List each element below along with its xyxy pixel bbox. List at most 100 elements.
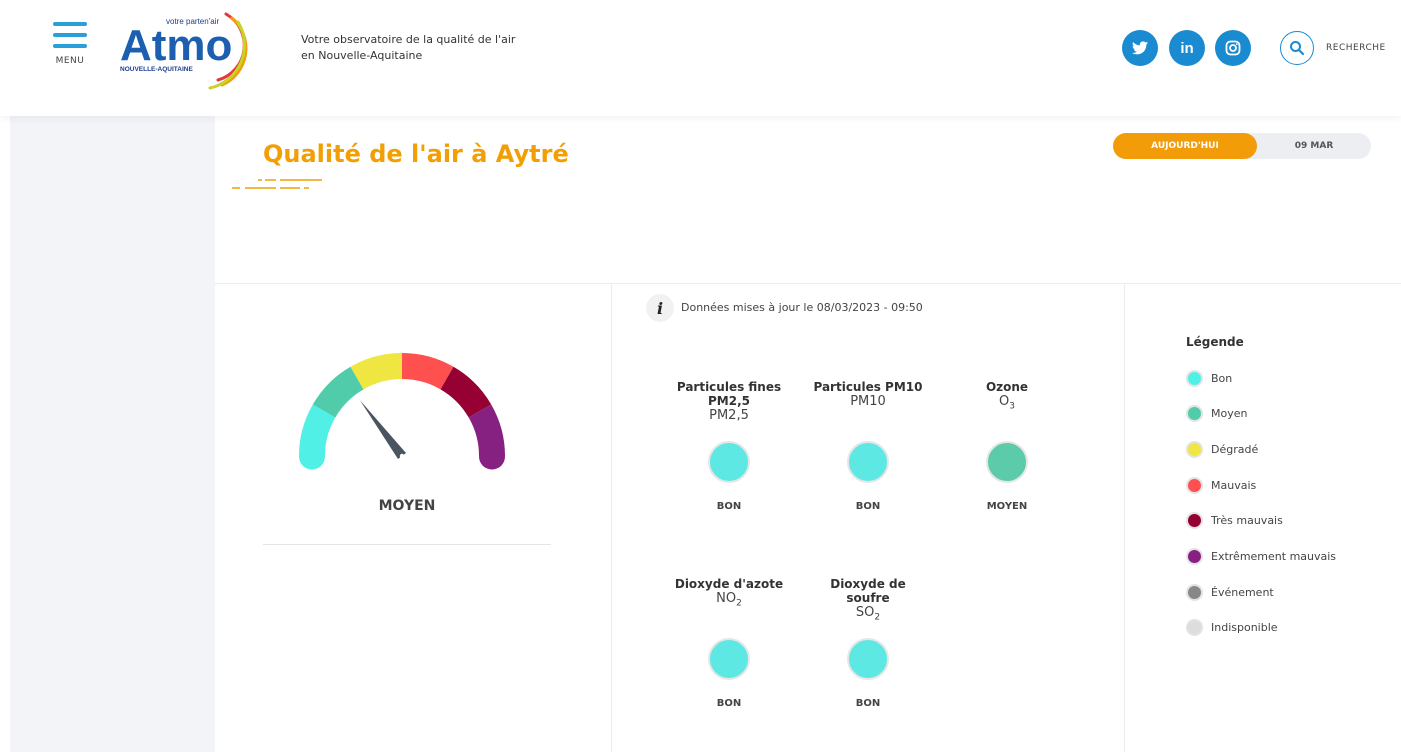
- twitter-icon[interactable]: [1122, 30, 1158, 66]
- pollutant-name: Particules fines: [676, 380, 782, 394]
- gauge-pivot: [399, 453, 405, 459]
- pollutant-status: BON: [855, 501, 881, 512]
- legend-item: Événement: [1186, 583, 1274, 601]
- logo-region: NOUVELLE-AQUITAINE: [120, 66, 193, 73]
- legend-item: Indisponible: [1186, 619, 1278, 637]
- pollutant-code: O3: [942, 394, 1072, 415]
- pollutant-code: SO2: [803, 605, 933, 626]
- legend-item: Moyen: [1186, 405, 1248, 423]
- pollutant-pm25: Particules fines PM2,5 PM2,5: [664, 380, 794, 429]
- pollutant-indicator-no2[interactable]: [708, 638, 750, 680]
- air-quality-gauge: [299, 353, 505, 470]
- pollutant-indicator-pm25[interactable]: [708, 441, 750, 483]
- title-underline-decoration: [232, 179, 322, 189]
- pollutant-code-text: NO: [716, 591, 737, 606]
- column-divider: [1124, 283, 1125, 752]
- pollutant-name: Particules PM10: [813, 380, 923, 394]
- legend-color-dot: [1186, 583, 1203, 601]
- legend-color-dot: [1186, 405, 1203, 423]
- pollutant-status: BON: [716, 501, 742, 512]
- pollutant-no2: Dioxyde d'azote NO2: [664, 577, 794, 612]
- date-today-button[interactable]: AUJOURD'HUI: [1113, 133, 1257, 159]
- pollutant-code-text: O: [999, 394, 1010, 409]
- pollutant-status: BON: [716, 698, 742, 709]
- pollutant-name: Ozone: [985, 380, 1029, 394]
- gauge-segment: [312, 366, 364, 418]
- instagram-icon[interactable]: [1215, 30, 1251, 66]
- legend-item: Très mauvais: [1186, 512, 1283, 530]
- column-divider: [611, 283, 612, 752]
- pollutant-code-sub: 3: [1009, 401, 1015, 412]
- info-icon[interactable]: i: [646, 294, 674, 322]
- legend-label: Bon: [1211, 371, 1233, 385]
- linkedin-glyph: in: [1180, 39, 1194, 57]
- pollutant-pm10: Particules PM10 PM10: [803, 380, 933, 415]
- legend-color-dot: [1186, 476, 1203, 494]
- legend-title: Légende: [1186, 335, 1244, 349]
- legend-color-dot: [1186, 548, 1203, 565]
- legend-color-dot: [1186, 440, 1203, 458]
- gauge-label: MOYEN: [378, 498, 436, 514]
- gauge-segment: [350, 353, 403, 390]
- pollutant-indicator-so2[interactable]: [847, 638, 889, 680]
- update-timestamp: Données mises à jour le 08/03/2023 - 09:…: [681, 301, 923, 314]
- search-button[interactable]: [1280, 31, 1314, 65]
- site-header: MENU votre parten'air Atmo NOUVELLE-AQUI…: [0, 0, 1401, 116]
- hamburger-icon: [53, 22, 87, 26]
- linkedin-icon[interactable]: in: [1169, 30, 1205, 66]
- menu-button[interactable]: MENU: [50, 22, 90, 66]
- gauge-divider: [263, 544, 551, 545]
- gauge-segment: [401, 353, 454, 390]
- section-divider: [215, 283, 1401, 284]
- gauge-cap: [479, 443, 505, 470]
- pollutant-status: BON: [855, 698, 881, 709]
- tagline-line-1: Votre observatoire de la qualité de l'ai…: [301, 33, 516, 46]
- legend-item: Mauvais: [1186, 476, 1257, 494]
- menu-label: MENU: [55, 56, 85, 66]
- search-icon: [1290, 41, 1305, 56]
- hamburger-icon-bar: [53, 33, 87, 37]
- legend-label: Moyen: [1211, 407, 1248, 421]
- atmo-logo[interactable]: votre parten'air Atmo NOUVELLE-AQUITAINE: [118, 8, 268, 90]
- pollutant-name: Dioxyde d'azote: [674, 577, 784, 591]
- pollutant-code: NO2: [664, 591, 794, 612]
- legend-item: Dégradé: [1186, 440, 1259, 458]
- legend-label: Extrêmement mauvais: [1211, 550, 1337, 563]
- date-next-button[interactable]: 09 MAR: [1257, 133, 1371, 159]
- date-toggle: AUJOURD'HUI 09 MAR: [1113, 133, 1371, 159]
- gauge-needle: [359, 400, 406, 460]
- pollutant-name: Dioxyde de: [830, 577, 906, 591]
- legend-label: Très mauvais: [1211, 514, 1283, 528]
- legend-item: Bon: [1186, 369, 1233, 387]
- page-title: Qualité de l'air à Aytré: [263, 140, 569, 168]
- pollutant-code-text: PM2,5: [709, 408, 749, 423]
- legend-item: Extrêmement mauvais: [1186, 548, 1337, 565]
- left-gutter: [10, 116, 215, 752]
- pollutant-name-line2: PM2,5: [708, 394, 750, 408]
- pollutant-code: PM10: [803, 394, 933, 415]
- legend-label: Dégradé: [1211, 442, 1259, 456]
- pollutant-name-line2: soufre: [846, 591, 890, 605]
- logo-name: Atmo: [120, 21, 232, 70]
- legend-color-dot: [1186, 369, 1203, 387]
- pollutant-code-sub: 2: [736, 598, 742, 609]
- hamburger-icon-bar: [53, 44, 87, 48]
- legend-label: Événement: [1211, 585, 1274, 599]
- legend-label: Mauvais: [1211, 478, 1257, 492]
- pollutant-indicator-ozone[interactable]: [986, 441, 1028, 483]
- tagline-line-2: en Nouvelle-Aquitaine: [301, 49, 423, 62]
- pollutant-indicator-pm10[interactable]: [847, 441, 889, 483]
- gauge-segment: [440, 366, 492, 418]
- pollutant-code-sub: 2: [874, 612, 881, 623]
- gauge-cap: [299, 443, 325, 470]
- legend-label: Indisponible: [1211, 621, 1278, 635]
- pollutant-code: PM2,5: [664, 408, 794, 429]
- pollutant-ozone: Ozone O3: [942, 380, 1072, 415]
- legend-color-dot: [1186, 619, 1203, 637]
- pollutant-so2: Dioxyde de soufre SO2: [803, 577, 933, 626]
- pollutant-code-text: PM10: [850, 394, 886, 409]
- search-label[interactable]: RECHERCHE: [1326, 43, 1386, 53]
- pollutant-status: MOYEN: [986, 501, 1028, 512]
- legend-color-dot: [1186, 512, 1203, 530]
- site-tagline: Votre observatoire de la qualité de l'ai…: [301, 32, 561, 64]
